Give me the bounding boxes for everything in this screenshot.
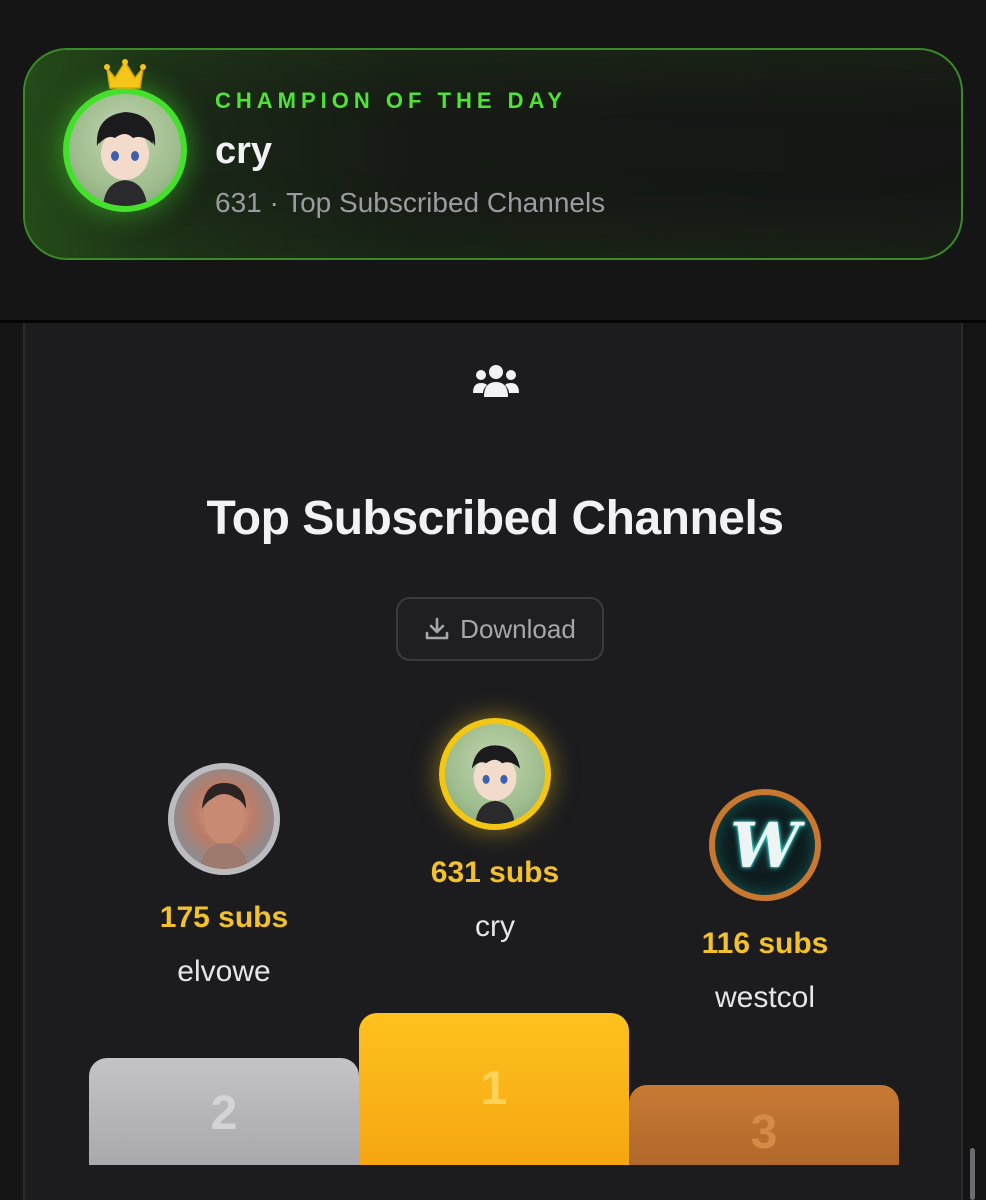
crown-icon [104,59,146,89]
w-logo-icon: W [730,808,800,882]
scrollbar[interactable] [970,1148,975,1200]
subs-count: 631 subs [430,856,560,889]
avatar[interactable] [168,763,280,875]
champion-label: CHAMPION OF THE DAY [215,88,568,113]
page-title: Top Subscribed Channels [206,492,784,545]
podium-entry-first[interactable]: 631 subs cry [415,718,575,944]
rank-number: 1 [480,1062,508,1115]
subs-count: 175 subs [159,901,289,934]
champion-section: CHAMPION OF THE DAY cry 631 · Top Subscr… [0,0,986,320]
download-icon [425,617,449,640]
podium-entry-third[interactable]: W 116 subs westcol [685,789,845,1015]
anime-avatar-icon [96,112,156,206]
download-label: Download [460,613,576,644]
rank-number: 3 [750,1106,778,1159]
users-icon [473,365,519,397]
champion-avatar[interactable] [63,88,187,212]
anime-avatar-icon [471,745,520,824]
champion-avatar-wrap [63,59,187,212]
champion-subtitle: 631 · Top Subscribed Channels [215,187,606,218]
avatar[interactable] [439,718,551,830]
pedestal-third: 3 [629,1085,899,1165]
rank-number: 2 [210,1087,238,1140]
champion-card[interactable]: CHAMPION OF THE DAY cry 631 · Top Subscr… [23,48,963,260]
leaderboard-panel: Top Subscribed Channels Download 175 sub… [23,323,963,1200]
channel-name[interactable]: westcol [685,981,845,1015]
channel-name[interactable]: cry [415,910,575,944]
channel-name[interactable]: elvowe [144,955,304,989]
pedestal-first: 1 [359,1013,629,1165]
person-avatar-icon [200,783,248,869]
subs-count: 116 subs [701,927,829,960]
podium-entry-second[interactable]: 175 subs elvowe [144,763,304,989]
pedestal-second: 2 [89,1058,359,1165]
champion-name[interactable]: cry [215,130,272,173]
avatar[interactable]: W [709,789,821,901]
download-button[interactable]: Download [396,597,604,661]
